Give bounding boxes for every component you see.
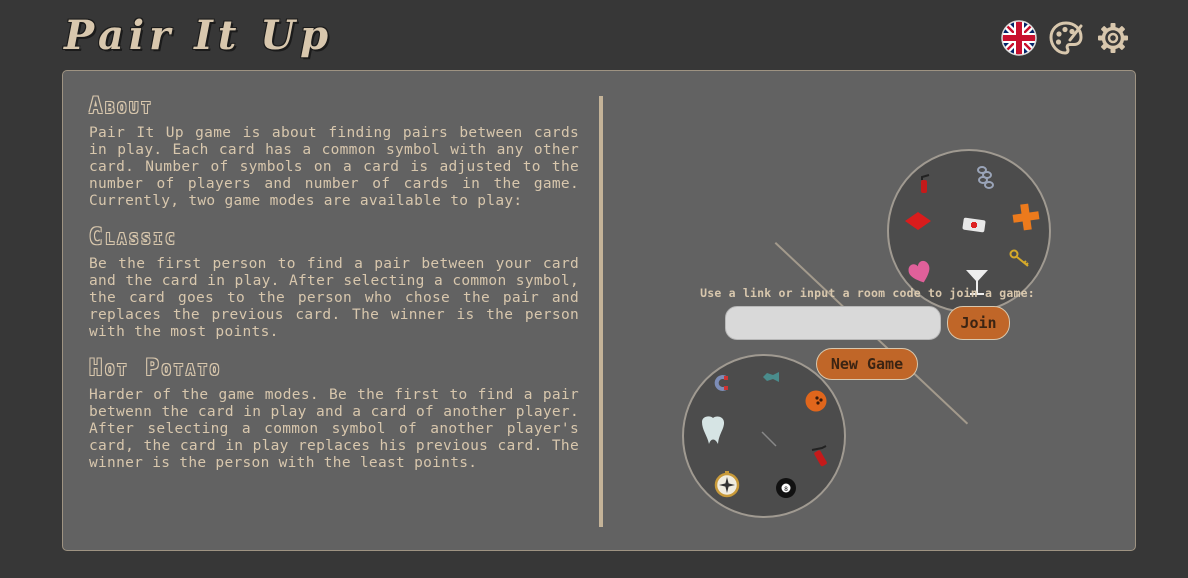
hot-potato-text: Harder of the game modes. Be the first t… [89, 387, 579, 471]
eight-ball-icon: 8 [776, 478, 796, 498]
needle-icon [761, 431, 777, 447]
chain-icon [977, 166, 994, 189]
diamond-icon [905, 212, 931, 230]
app-title: Pair It Up [64, 12, 334, 59]
main-panel: About Pair It Up game is about finding p… [62, 70, 1136, 551]
fire-extinguisher-icon [811, 445, 827, 467]
gear-icon[interactable] [1095, 20, 1131, 56]
about-section: About Pair It Up game is about finding p… [89, 93, 579, 486]
fire-extinguisher-icon [921, 174, 930, 193]
key-icon [1009, 249, 1029, 267]
decorative-card-bottom: 8 [682, 354, 846, 518]
about-heading: About [89, 94, 154, 119]
palette-icon[interactable] [1048, 20, 1084, 56]
svg-text:8: 8 [784, 486, 788, 493]
room-code-input[interactable] [725, 306, 941, 340]
magnet-icon [714, 375, 728, 391]
join-instructions: Use a link or input a room code to join … [700, 286, 1035, 300]
join-button[interactable]: Join [947, 306, 1010, 340]
hot-potato-heading: Hot Potato [89, 356, 222, 381]
cross-icon [1012, 203, 1040, 231]
first-aid-kit-icon [962, 217, 986, 233]
tooth-icon [702, 416, 725, 444]
about-text: Pair It Up game is about finding pairs b… [89, 125, 579, 209]
classic-heading: Classic [89, 225, 178, 250]
compass-icon [714, 471, 740, 498]
classic-text: Be the first person to find a pair betwe… [89, 256, 579, 340]
fish-icon [763, 372, 779, 382]
bowling-ball-icon [805, 390, 827, 412]
heart-icon [908, 260, 930, 283]
uk-flag-icon[interactable] [1001, 20, 1037, 56]
header-icons [1001, 20, 1131, 56]
vertical-divider [599, 96, 603, 527]
new-game-button[interactable]: New Game [816, 348, 918, 380]
